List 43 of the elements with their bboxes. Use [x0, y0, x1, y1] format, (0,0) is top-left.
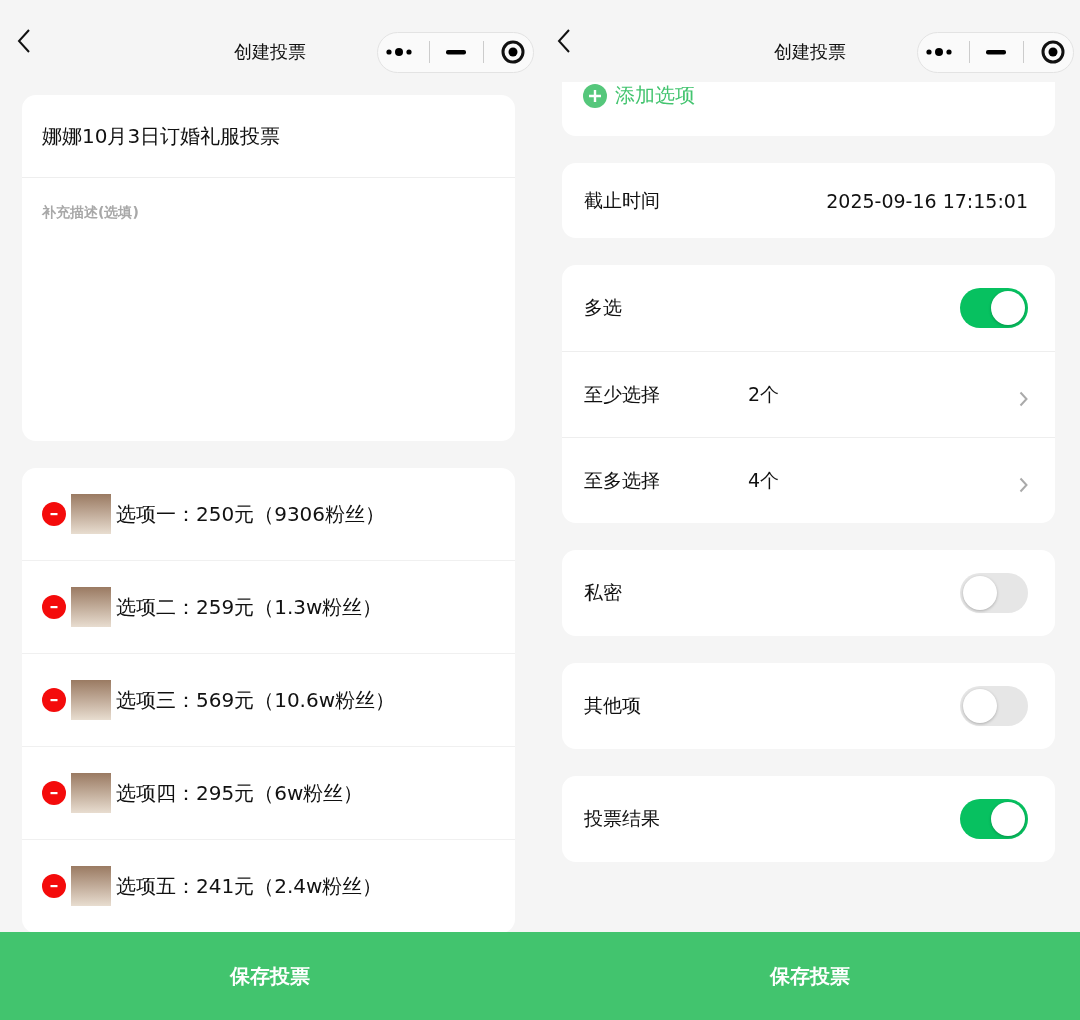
setting-label: 投票结果	[584, 806, 660, 831]
minus-icon[interactable]	[986, 49, 1007, 55]
toggle-switch[interactable]	[960, 799, 1028, 839]
setting-value: 2025-09-16 17:15:01	[826, 189, 1028, 212]
option-label: 选项五：241元（2.4w粉丝）	[116, 872, 383, 900]
setting-label: 至多选择	[584, 467, 661, 493]
description-field[interactable]: 补充描述(选填)	[22, 178, 515, 441]
page-title: 创建投票	[774, 41, 846, 62]
remove-icon[interactable]	[42, 502, 66, 526]
photo-placeholder	[71, 866, 111, 906]
circle-dot-icon[interactable]	[500, 40, 525, 64]
setting-label: 私密	[584, 580, 622, 605]
option-label: 选项一：250元（9306粉丝）	[116, 500, 386, 528]
setting-label: 截止时间	[584, 187, 660, 213]
setting-label: 其他项	[584, 693, 641, 718]
toggle-switch[interactable]	[960, 288, 1028, 328]
photo-placeholder	[71, 680, 111, 720]
remove-icon[interactable]	[42, 781, 66, 805]
chevron-right-icon	[1019, 476, 1028, 493]
option-label: 选项二：259元（1.3w粉丝）	[116, 593, 383, 621]
toggle-switch[interactable]	[960, 573, 1028, 613]
photo-placeholder	[71, 587, 111, 627]
remove-icon[interactable]	[42, 874, 66, 898]
option-label: 选项三：569元（10.6w粉丝）	[116, 686, 396, 714]
option-label: 选项四：295元（6w粉丝）	[116, 779, 364, 807]
more-icon[interactable]	[386, 47, 413, 57]
more-icon[interactable]	[926, 47, 953, 57]
setting-label: 至少选择	[584, 381, 661, 407]
setting-label: 多选	[584, 295, 622, 320]
title-field[interactable]: 娜娜10月3日订婚礼服投票	[22, 95, 515, 178]
remove-icon[interactable]	[42, 688, 66, 712]
remove-icon[interactable]	[42, 595, 66, 619]
circle-dot-icon[interactable]	[1040, 40, 1065, 64]
page-title: 创建投票	[234, 41, 306, 62]
minus-icon[interactable]	[446, 49, 467, 55]
photo-placeholder	[71, 494, 111, 534]
toggle-switch[interactable]	[960, 686, 1028, 726]
chevron-right-icon	[1019, 390, 1028, 407]
setting-value: 4个	[748, 467, 780, 493]
photo-placeholder	[71, 773, 111, 813]
picker-row[interactable]: 至多选择 4个	[562, 437, 1055, 523]
picker-row[interactable]: 至少选择 2个	[562, 351, 1055, 437]
setting-value: 2个	[748, 381, 780, 407]
